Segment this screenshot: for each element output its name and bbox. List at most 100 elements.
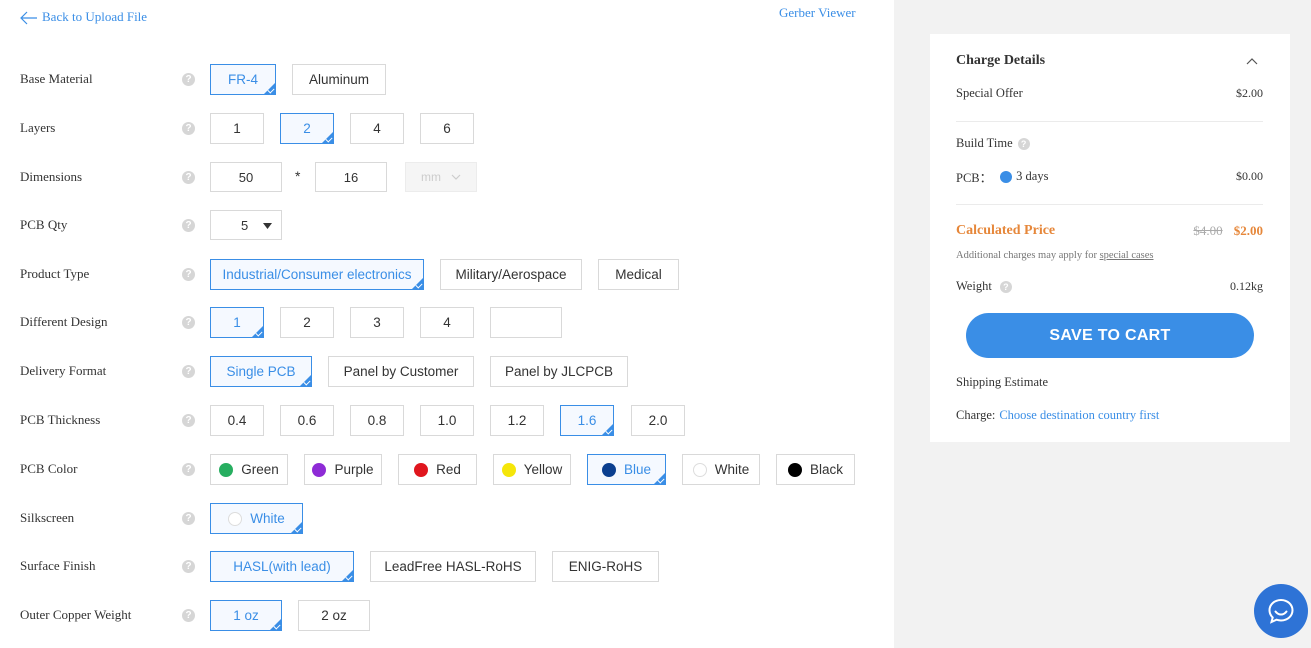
finish-option-hasl[interactable]: HASL(with lead) — [210, 551, 354, 582]
special-offer-value: $2.00 — [1236, 86, 1263, 100]
additional-charges-note: Additional charges may apply for special… — [956, 250, 1154, 261]
choose-country-link[interactable]: Choose destination country first — [999, 408, 1159, 423]
thickness-option-0-6[interactable]: 0.6 — [280, 405, 334, 436]
pcb-thickness-help-icon[interactable]: ? — [182, 414, 195, 427]
silkscreen-label: Silkscreen — [20, 510, 75, 525]
dimension-width-input[interactable]: 50 — [210, 162, 282, 192]
row-dimensions: Dimensions — [20, 161, 180, 193]
chevron-up-icon[interactable] — [1246, 56, 1258, 68]
blue-swatch-icon — [601, 462, 616, 477]
product-type-option-industrial[interactable]: Industrial/Consumer electronics — [210, 259, 424, 290]
caret-down-icon — [263, 223, 272, 229]
thickness-option-1-6[interactable]: 1.6 — [560, 405, 614, 436]
copper-option-2oz[interactable]: 2 oz — [298, 600, 370, 631]
pcb-build-row: PCB： 3 days $0.00 — [956, 167, 1263, 186]
different-design-label: Different Design — [20, 314, 108, 329]
copper-option-1oz[interactable]: 1 oz — [210, 600, 282, 631]
silkscreen-option-label: White — [250, 511, 285, 526]
design-option-2[interactable]: 2 — [280, 307, 334, 338]
outer-copper-label: Outer Copper Weight — [20, 607, 132, 622]
thickness-option-1-0[interactable]: 1.0 — [420, 405, 474, 436]
finish-option-leadfree[interactable]: LeadFree HASL-RoHS — [370, 551, 536, 582]
different-design-help-icon[interactable]: ? — [182, 316, 195, 329]
white-swatch-icon — [228, 511, 243, 526]
chat-button[interactable] — [1254, 584, 1308, 638]
pcb-qty-select[interactable]: 5 — [210, 210, 282, 240]
row-different-design: Different Design — [20, 306, 180, 338]
dimension-unit-select[interactable]: mm — [405, 162, 477, 192]
weight-help-icon[interactable]: ? — [999, 281, 1012, 294]
design-option-1[interactable]: 1 — [210, 307, 264, 338]
row-silkscreen: Silkscreen — [20, 502, 180, 534]
product-type-help-icon[interactable]: ? — [182, 268, 195, 281]
base-material-option-fr4[interactable]: FR-4 — [210, 64, 276, 95]
shipping-charge-label: Charge: — [956, 408, 996, 422]
color-option-label: Black — [809, 462, 843, 477]
note-text: Additional charges may apply for — [956, 250, 1100, 261]
row-base-material: Base Material — [20, 63, 180, 95]
color-option-label: Green — [241, 462, 279, 477]
color-option-white[interactable]: White — [682, 454, 760, 485]
red-swatch-icon — [414, 462, 429, 477]
pcb-qty-label: PCB Qty — [20, 217, 68, 232]
weight-label: Weight — [956, 279, 992, 293]
charge-details-panel: Charge Details Special Offer $2.00 Build… — [930, 34, 1290, 442]
design-option-3[interactable]: 3 — [350, 307, 404, 338]
pcb-qty-help-icon[interactable]: ? — [182, 219, 195, 232]
finish-option-enig[interactable]: ENIG-RoHS — [552, 551, 659, 582]
layers-help-icon[interactable]: ? — [182, 122, 195, 135]
delivery-option-single[interactable]: Single PCB — [210, 356, 312, 387]
base-material-option-aluminum[interactable]: Aluminum — [292, 64, 386, 95]
thickness-option-1-2[interactable]: 1.2 — [490, 405, 544, 436]
base-material-help-icon[interactable]: ? — [182, 73, 195, 86]
design-custom-input[interactable] — [490, 307, 562, 338]
delivery-option-panel-jlcpcb[interactable]: Panel by JLCPCB — [490, 356, 628, 387]
save-to-cart-button[interactable]: SAVE TO CART — [966, 313, 1254, 358]
thickness-option-0-4[interactable]: 0.4 — [210, 405, 264, 436]
white-swatch-icon — [692, 462, 707, 477]
outer-copper-help-icon[interactable]: ? — [182, 609, 195, 622]
build-time-help-icon[interactable]: ? — [1017, 137, 1030, 150]
black-swatch-icon — [787, 462, 802, 477]
surface-finish-help-icon[interactable]: ? — [182, 560, 195, 573]
layers-option-2[interactable]: 2 — [280, 113, 334, 144]
color-option-purple[interactable]: Purple — [304, 454, 382, 485]
product-type-option-military[interactable]: Military/Aerospace — [440, 259, 582, 290]
pcb-qty-value: 5 — [241, 217, 249, 233]
delivery-option-panel-customer[interactable]: Panel by Customer — [328, 356, 474, 387]
color-option-label: Blue — [623, 462, 652, 477]
chat-bubble-icon — [1268, 598, 1294, 624]
gerber-viewer-link[interactable]: Gerber Viewer — [779, 5, 856, 21]
design-option-4[interactable]: 4 — [420, 307, 474, 338]
thickness-option-2-0[interactable]: 2.0 — [631, 405, 685, 436]
pcb-color-help-icon[interactable]: ? — [182, 463, 195, 476]
delivery-format-help-icon[interactable]: ? — [182, 365, 195, 378]
layers-option-4[interactable]: 4 — [350, 113, 404, 144]
silkscreen-option-white[interactable]: White — [210, 503, 303, 534]
dimension-height-input[interactable]: 16 — [315, 162, 387, 192]
color-option-yellow[interactable]: Yellow — [493, 454, 571, 485]
layers-option-1[interactable]: 1 — [210, 113, 264, 144]
weight-value: 0.12kg — [1230, 279, 1263, 293]
dimensions-help-icon[interactable]: ? — [182, 171, 195, 184]
radio-selected-icon — [1000, 170, 1013, 183]
back-to-upload-link[interactable]: Back to Upload File — [20, 9, 147, 25]
pcb-build-option[interactable]: PCB： 3 days — [956, 167, 1048, 186]
color-option-label: White — [714, 462, 750, 477]
build-time-row: Build Time ? — [956, 136, 1263, 151]
silkscreen-help-icon[interactable]: ? — [182, 512, 195, 525]
layers-option-6[interactable]: 6 — [420, 113, 474, 144]
color-option-black[interactable]: Black — [776, 454, 855, 485]
special-cases-link[interactable]: special cases — [1100, 250, 1154, 261]
color-option-red[interactable]: Red — [398, 454, 477, 485]
shipping-charge-row: Charge: Choose destination country first — [956, 408, 1263, 423]
charge-details-title: Charge Details — [956, 53, 1046, 68]
pcb-build-value: $0.00 — [1236, 169, 1263, 183]
pcb-build-option-label: 3 days — [1016, 169, 1049, 183]
build-time-label: Build Time — [956, 136, 1013, 150]
thickness-option-0-8[interactable]: 0.8 — [350, 405, 404, 436]
product-type-option-medical[interactable]: Medical — [598, 259, 679, 290]
color-option-green[interactable]: Green — [210, 454, 288, 485]
dimension-separator: * — [295, 168, 301, 184]
color-option-blue[interactable]: Blue — [587, 454, 666, 485]
